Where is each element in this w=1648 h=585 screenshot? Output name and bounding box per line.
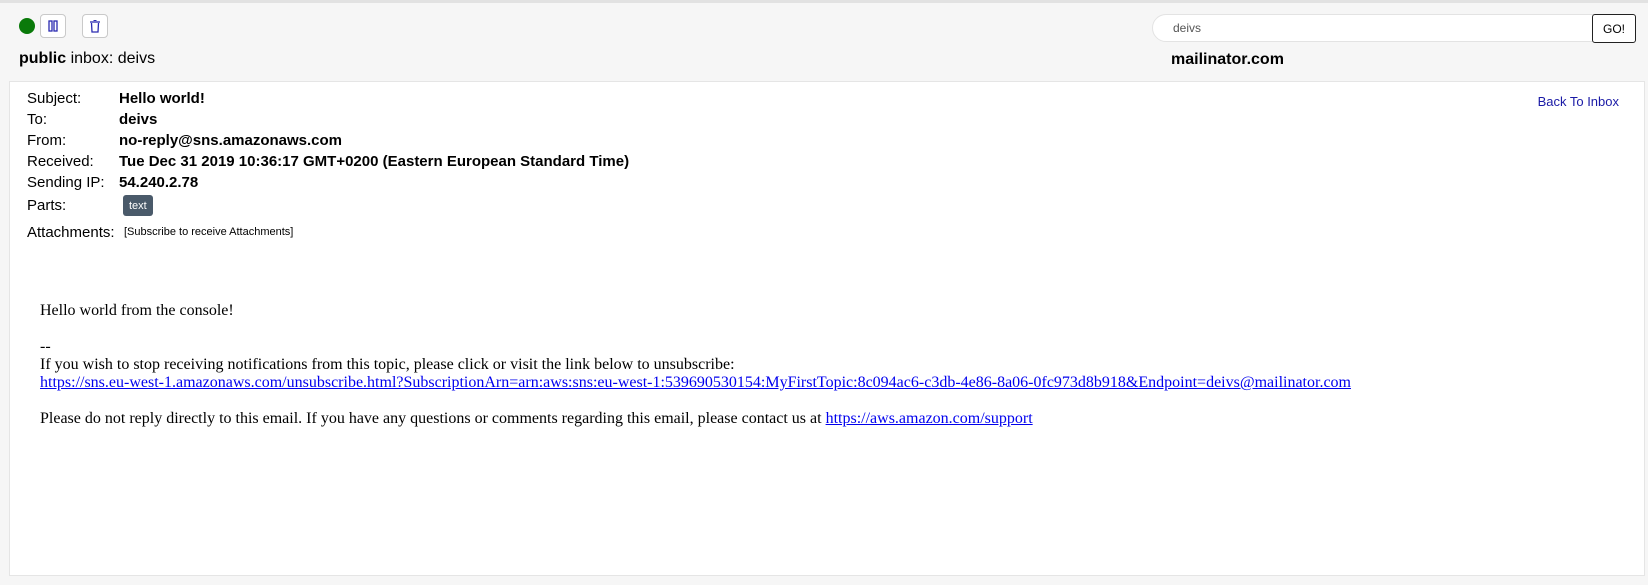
attachments-note: [Subscribe to receive Attachments] [124, 226, 294, 238]
body-unsubscribe-text: If you wish to stop receiving notificati… [40, 356, 735, 373]
body-contact-line: Please do not reply directly to this ema… [40, 410, 1351, 428]
message-body: Hello world from the console! -- If you … [40, 302, 1351, 428]
to-value: deivs [119, 111, 158, 128]
back-to-inbox-link[interactable]: Back To Inbox [1538, 94, 1619, 109]
sending-ip-label: Sending IP: [27, 174, 105, 191]
unsubscribe-link[interactable]: https://sns.eu-west-1.amazonaws.com/unsu… [40, 374, 1351, 391]
subject-value: Hello world! [119, 90, 205, 107]
inbox-name: deivs [117, 50, 156, 67]
pause-icon [47, 20, 59, 32]
attachments-label: Attachments: [27, 224, 115, 241]
inbox-label: inbox: [70, 50, 114, 67]
trash-icon [89, 19, 101, 33]
support-link[interactable]: https://aws.amazon.com/support [826, 410, 1033, 427]
inbox-title: public inbox: deivs [19, 50, 155, 68]
pause-button[interactable] [40, 14, 66, 38]
delete-button[interactable] [82, 14, 108, 38]
part-text-tab[interactable]: text [123, 195, 153, 216]
body-greeting: Hello world from the console! [40, 302, 234, 319]
sending-ip-value: 54.240.2.78 [119, 174, 199, 191]
from-label: From: [27, 132, 67, 149]
go-button[interactable]: GO! [1592, 14, 1636, 43]
subject-label: Subject: [27, 90, 82, 107]
inbox-search-input[interactable] [1152, 14, 1596, 42]
top-border [0, 0, 1648, 3]
inbox-scope: public [19, 50, 67, 67]
received-value: Tue Dec 31 2019 10:36:17 GMT+0200 (Easte… [119, 153, 630, 170]
site-domain: mailinator.com [1171, 51, 1284, 68]
from-value: no-reply@sns.amazonaws.com [119, 132, 343, 149]
received-label: Received: [27, 153, 94, 170]
body-contact-text: Please do not reply directly to this ema… [40, 410, 822, 427]
body-separator: -- [40, 338, 51, 355]
to-label: To: [27, 111, 48, 128]
parts-label: Parts: [27, 197, 67, 214]
status-indicator [19, 18, 35, 34]
